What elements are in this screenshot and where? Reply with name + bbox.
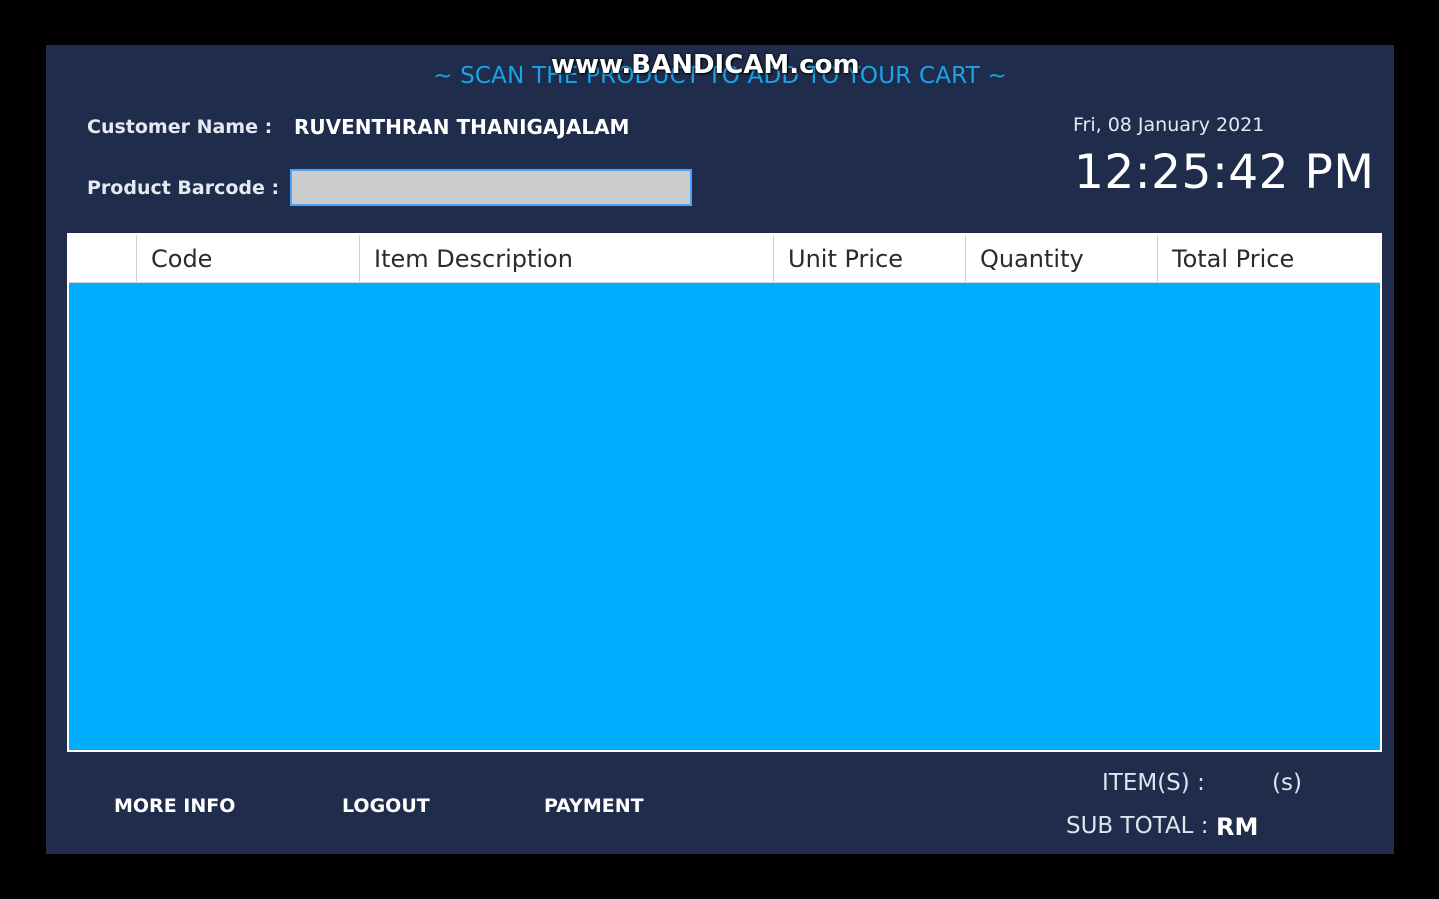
subtotal-label: SUB TOTAL : xyxy=(1066,813,1209,839)
column-header-quantity[interactable]: Quantity xyxy=(966,235,1158,282)
column-header-code[interactable]: Code xyxy=(137,235,360,282)
column-header-item-description[interactable]: Item Description xyxy=(360,235,774,282)
customer-name-label: Customer Name : xyxy=(87,116,273,138)
column-header-unit-price[interactable]: Unit Price xyxy=(774,235,966,282)
logout-button[interactable]: LOGOUT xyxy=(336,791,436,821)
items-count-suffix: (s) xyxy=(1272,770,1302,796)
items-count-label: ITEM(S) : xyxy=(1102,770,1205,796)
recorder-watermark: www.BANDICAM.com xyxy=(551,50,860,80)
column-header-total-price[interactable]: Total Price xyxy=(1158,235,1380,282)
customer-name-value: RUVENTHRAN THANIGAJALAM xyxy=(294,115,630,139)
cart-items-grid[interactable]: Code Item Description Unit Price Quantit… xyxy=(67,233,1382,752)
current-time-clock: 12:25:42 PM xyxy=(1074,145,1375,200)
cart-grid-body[interactable] xyxy=(69,283,1380,750)
product-barcode-input[interactable] xyxy=(290,169,692,206)
subtotal-currency: RM xyxy=(1216,813,1259,841)
checkout-window: ~ SCAN THE PRODUCT TO ADD TO YOUR CART ~… xyxy=(46,45,1394,854)
cart-grid-header: Code Item Description Unit Price Quantit… xyxy=(69,235,1380,283)
payment-button[interactable]: PAYMENT xyxy=(538,791,650,821)
current-date: Fri, 08 January 2021 xyxy=(1073,114,1265,136)
column-header-row-selector[interactable] xyxy=(69,235,137,282)
product-barcode-label: Product Barcode : xyxy=(87,177,280,199)
more-info-button[interactable]: MORE INFO xyxy=(108,791,241,821)
